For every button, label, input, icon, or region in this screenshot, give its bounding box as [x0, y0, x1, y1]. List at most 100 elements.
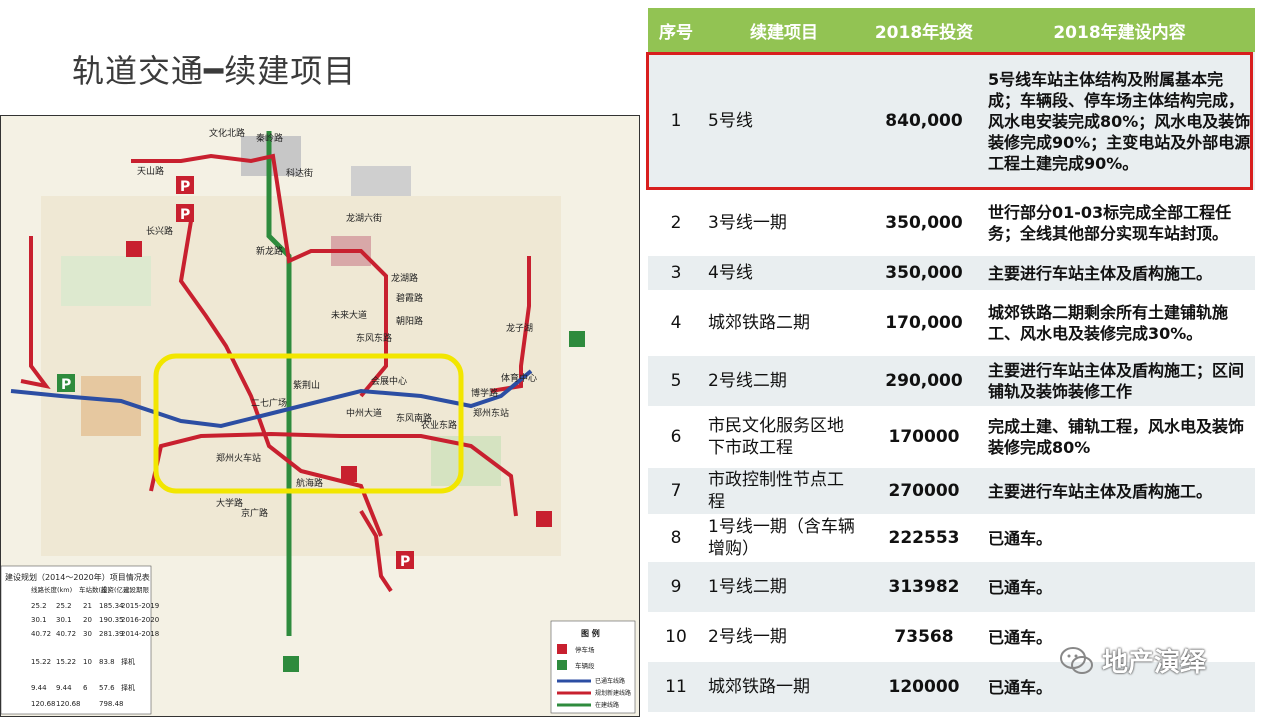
cell-content: 完成土建、铺轨工程，风水电及装饰装修完成80% [984, 406, 1255, 468]
table-row: 6 市民文化服务区地下市政工程 170000 完成土建、铺轨工程，风水电及装饰装… [648, 406, 1255, 468]
table-row: 3 4号线 350,000 主要进行车站主体及盾构施工。 [648, 256, 1255, 290]
inset-cell: 15.22 [31, 658, 51, 666]
cell-project: 2号线一期 [704, 612, 864, 662]
legend-label: 停车场 [575, 645, 595, 654]
inset-cell: 30 [83, 630, 92, 638]
inset-cell: 6 [83, 684, 88, 692]
station-label: 郑州东站 [473, 407, 509, 419]
station-label: 文化北路 [209, 127, 245, 139]
inset-cell: 83.8 [99, 658, 115, 666]
legend-label: 在建线路 [595, 701, 619, 709]
inset-cell: 30.1 [31, 616, 47, 624]
parking-icon [557, 644, 567, 654]
legend-title: 图 例 [581, 628, 600, 638]
cell-no: 3 [648, 256, 704, 290]
inset-cell: 30.1 [56, 616, 72, 624]
header-content: 2018年建设内容 [984, 8, 1255, 52]
metro-map: P P P P 天山路 文化北路 秦岭路 科达街 长兴路 新龙路 龙湖六街 龙湖… [0, 115, 640, 717]
table-row: 2 3号线一期 350,000 世行部分01-03标完成全部工程任务；全线其他部… [648, 190, 1255, 256]
inset-header: 线路长度(km) [31, 585, 72, 594]
project-table-container: 序号 续建项目 2018年投资 2018年建设内容 1 5号线 840,000 … [648, 8, 1255, 713]
inset-cell: 20 [83, 616, 92, 624]
station-label: 东风东路 [356, 332, 392, 344]
station-label: 碧霞路 [396, 292, 423, 304]
station-label: 会展中心 [371, 375, 407, 387]
cell-no: 8 [648, 514, 704, 562]
cell-investment: 313982 [864, 562, 984, 612]
station-label: 朝阳路 [396, 315, 423, 327]
cell-investment: 840,000 [864, 52, 984, 190]
station-label: 博学路 [471, 387, 498, 399]
header-no: 序号 [648, 8, 704, 52]
station-label: 紫荆山 [293, 379, 320, 391]
svg-text:P: P [61, 377, 71, 393]
station-label: 农业东路 [421, 419, 457, 431]
station-label: 秦岭路 [256, 132, 283, 144]
cell-content: 世行部分01-03标完成全部工程任务；全线其他部分实现车站封顶。 [984, 190, 1255, 256]
cell-no: 5 [648, 356, 704, 406]
svg-text:P: P [180, 207, 190, 223]
cell-investment: 350,000 [864, 256, 984, 290]
inset-cell: 40.72 [31, 630, 51, 638]
cell-project: 1号线一期（含车辆增购） [704, 514, 864, 562]
cell-no: 10 [648, 612, 704, 662]
cell-no: 6 [648, 406, 704, 468]
station-label: 科达街 [286, 167, 313, 179]
inset-title: 建设规划（2014～2020年）项目情况表 [5, 572, 150, 582]
table-row: 5 2号线二期 290,000 主要进行车站主体及盾构施工；区间铺轨及装饰装修工… [648, 356, 1255, 406]
legend-label: 车辆段 [575, 661, 595, 670]
cell-investment: 120000 [864, 662, 984, 712]
inset-cell: 40.72 [56, 630, 76, 638]
project-table: 序号 续建项目 2018年投资 2018年建设内容 1 5号线 840,000 … [648, 8, 1255, 712]
station-label: 中州大道 [346, 407, 382, 419]
table-row: 1 5号线 840,000 5号线车站主体结构及附属基本完成；车辆段、停车场主体… [648, 52, 1255, 190]
cell-investment: 170000 [864, 406, 984, 468]
inset-cell: 2015-2019 [121, 602, 159, 610]
cell-content: 主要进行车站主体及盾构施工。 [984, 256, 1255, 290]
inset-cell: 9.44 [56, 684, 72, 692]
cell-content: 5号线车站主体结构及附属基本完成；车辆段、停车场主体结构完成，风水电安装完成80… [984, 52, 1255, 190]
inset-table: 建设规划（2014～2020年）项目情况表 线路长度(km) 车站数(座) 投资… [1, 565, 159, 715]
cell-investment: 270000 [864, 468, 984, 514]
table-header-row: 序号 续建项目 2018年投资 2018年建设内容 [648, 8, 1255, 52]
inset-cell: 120.68 [31, 700, 56, 708]
cell-no: 7 [648, 468, 704, 514]
station-label: 未来大道 [331, 309, 367, 321]
cell-project: 2号线二期 [704, 356, 864, 406]
station-label: 二七广场 [251, 397, 287, 409]
inset-cell: 120.68 [56, 700, 81, 708]
cell-project: 市民文化服务区地下市政工程 [704, 406, 864, 468]
station-label: 龙湖路 [391, 272, 418, 284]
inset-cell: 择机 [121, 683, 135, 692]
cell-investment: 222553 [864, 514, 984, 562]
table-row: 7 市政控制性节点工程 270000 主要进行车站主体及盾构施工。 [648, 468, 1255, 514]
metro-map-svg: P P P P 天山路 文化北路 秦岭路 科达街 长兴路 新龙路 龙湖六街 龙湖… [1, 116, 639, 716]
station-label: 新龙路 [256, 245, 283, 257]
cell-content: 城郊铁路二期剩余所有土建铺轨施工、风水电及装修完成30%。 [984, 290, 1255, 356]
inset-cell: 2016-2020 [121, 616, 159, 624]
inset-header: 建设期限 [123, 585, 150, 594]
inset-cell: 10 [83, 658, 92, 666]
legend-label: 已通车线路 [595, 677, 625, 685]
wechat-icon [1060, 646, 1093, 674]
depot-icon [557, 660, 567, 670]
inset-cell: 25.2 [56, 602, 72, 610]
inset-cell: 择机 [121, 657, 135, 666]
cell-project: 1号线二期 [704, 562, 864, 612]
cell-project: 5号线 [704, 52, 864, 190]
station-label: 京广路 [241, 507, 268, 519]
watermark-text: 地产演绎 [1102, 648, 1207, 678]
table-row: 9 1号线二期 313982 已通车。 [648, 562, 1255, 612]
inset-cell: 281.39 [99, 630, 124, 638]
cell-project: 城郊铁路一期 [704, 662, 864, 712]
inset-cell: 57.6 [99, 684, 115, 692]
cell-investment: 73568 [864, 612, 984, 662]
cell-project: 3号线一期 [704, 190, 864, 256]
svg-text:P: P [180, 179, 190, 195]
station-label: 龙湖六街 [346, 212, 382, 224]
cell-investment: 350,000 [864, 190, 984, 256]
inset-cell: 21 [83, 602, 92, 610]
cell-investment: 290,000 [864, 356, 984, 406]
station-label: 大学路 [216, 497, 243, 509]
cell-content: 已通车。 [984, 562, 1255, 612]
